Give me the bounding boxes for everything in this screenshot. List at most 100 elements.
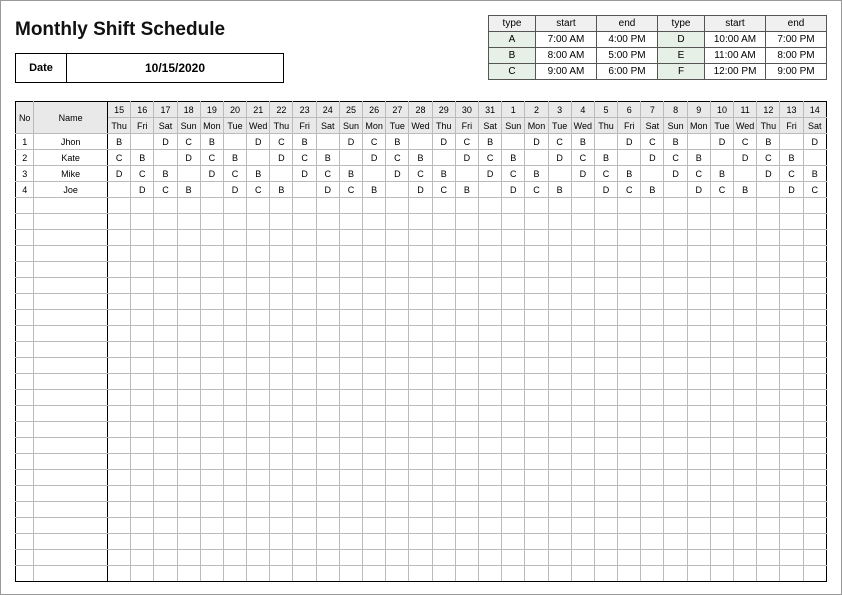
cell-shift bbox=[223, 550, 246, 566]
cell-shift bbox=[594, 470, 617, 486]
cell-shift bbox=[525, 470, 548, 486]
cell-shift bbox=[339, 294, 362, 310]
cell-shift bbox=[432, 198, 455, 214]
cell-shift bbox=[247, 246, 270, 262]
cell-shift bbox=[455, 294, 478, 310]
cell-shift bbox=[177, 550, 200, 566]
cell-shift bbox=[618, 278, 641, 294]
cell-shift bbox=[641, 454, 664, 470]
cell-shift bbox=[502, 342, 525, 358]
cell-shift: C bbox=[641, 134, 664, 150]
cell-shift bbox=[734, 230, 757, 246]
cell-name: Mike bbox=[34, 166, 108, 182]
cell-shift bbox=[293, 374, 316, 390]
cell-shift bbox=[200, 566, 223, 582]
cell-shift bbox=[409, 486, 432, 502]
cell-shift bbox=[293, 502, 316, 518]
header-day-number: 17 bbox=[154, 102, 177, 118]
cell-shift bbox=[687, 342, 710, 358]
cell-shift bbox=[571, 198, 594, 214]
cell-shift bbox=[710, 374, 733, 390]
cell-shift bbox=[478, 454, 501, 470]
cell-shift bbox=[478, 326, 501, 342]
cell-shift bbox=[687, 310, 710, 326]
cell-shift bbox=[131, 262, 154, 278]
shift-types-header: end bbox=[766, 16, 827, 32]
cell-shift bbox=[247, 358, 270, 374]
cell-no bbox=[16, 294, 34, 310]
cell-shift bbox=[757, 566, 780, 582]
cell-shift bbox=[386, 262, 409, 278]
cell-shift: D bbox=[386, 166, 409, 182]
cell-shift bbox=[502, 374, 525, 390]
shift-types-row: C9:00 AM6:00 PMF12:00 PM9:00 PM bbox=[489, 64, 827, 80]
cell-shift bbox=[316, 358, 339, 374]
cell-shift bbox=[710, 454, 733, 470]
schedule-row-empty bbox=[16, 406, 827, 422]
cell-shift bbox=[618, 374, 641, 390]
cell-no: 3 bbox=[16, 166, 34, 182]
cell-shift bbox=[339, 214, 362, 230]
cell-shift bbox=[247, 518, 270, 534]
header-day-of-week: Thu bbox=[594, 118, 617, 134]
cell-shift bbox=[455, 518, 478, 534]
cell-shift bbox=[734, 262, 757, 278]
cell-shift bbox=[687, 390, 710, 406]
cell-shift bbox=[177, 214, 200, 230]
cell-shift bbox=[548, 198, 571, 214]
cell-shift bbox=[525, 262, 548, 278]
header-day-of-week: Wed bbox=[247, 118, 270, 134]
cell-shift bbox=[107, 438, 130, 454]
header-day-of-week: Fri bbox=[455, 118, 478, 134]
cell-shift bbox=[177, 486, 200, 502]
cell-shift bbox=[107, 326, 130, 342]
cell-shift bbox=[432, 294, 455, 310]
cell-shift bbox=[154, 518, 177, 534]
cell-shift bbox=[710, 566, 733, 582]
cell-shift bbox=[803, 390, 826, 406]
cell-shift: C bbox=[525, 182, 548, 198]
cell-shift bbox=[757, 502, 780, 518]
cell-shift bbox=[386, 230, 409, 246]
cell-shift bbox=[641, 358, 664, 374]
schedule-row-empty bbox=[16, 342, 827, 358]
header-day-of-week: Sat bbox=[803, 118, 826, 134]
cell-name bbox=[34, 390, 108, 406]
cell-name bbox=[34, 310, 108, 326]
cell-shift bbox=[780, 246, 803, 262]
cell-shift bbox=[710, 422, 733, 438]
cell-shift bbox=[687, 502, 710, 518]
cell-shift bbox=[594, 566, 617, 582]
cell-shift bbox=[409, 214, 432, 230]
cell-shift bbox=[154, 486, 177, 502]
cell-shift bbox=[247, 198, 270, 214]
cell-shift bbox=[571, 390, 594, 406]
cell-shift: C bbox=[270, 134, 293, 150]
cell-shift bbox=[223, 422, 246, 438]
cell-shift: C bbox=[339, 182, 362, 198]
cell-shift: C bbox=[502, 166, 525, 182]
cell-shift bbox=[618, 534, 641, 550]
cell-shift bbox=[223, 374, 246, 390]
cell-name bbox=[34, 422, 108, 438]
cell-shift: D bbox=[455, 150, 478, 166]
cell-shift bbox=[710, 390, 733, 406]
cell-shift bbox=[455, 358, 478, 374]
cell-shift bbox=[223, 310, 246, 326]
cell-shift bbox=[293, 326, 316, 342]
cell-shift bbox=[432, 390, 455, 406]
cell-shift bbox=[455, 342, 478, 358]
cell-shift bbox=[710, 342, 733, 358]
cell-shift bbox=[455, 502, 478, 518]
cell-shift bbox=[409, 566, 432, 582]
cell-shift bbox=[223, 214, 246, 230]
cell-shift: B bbox=[548, 182, 571, 198]
cell-shift bbox=[687, 454, 710, 470]
cell-name: Jhon bbox=[34, 134, 108, 150]
cell-shift bbox=[107, 406, 130, 422]
cell-shift bbox=[594, 454, 617, 470]
header-day-of-week: Mon bbox=[200, 118, 223, 134]
cell-shift bbox=[757, 486, 780, 502]
cell-shift bbox=[131, 198, 154, 214]
cell-shift bbox=[455, 422, 478, 438]
